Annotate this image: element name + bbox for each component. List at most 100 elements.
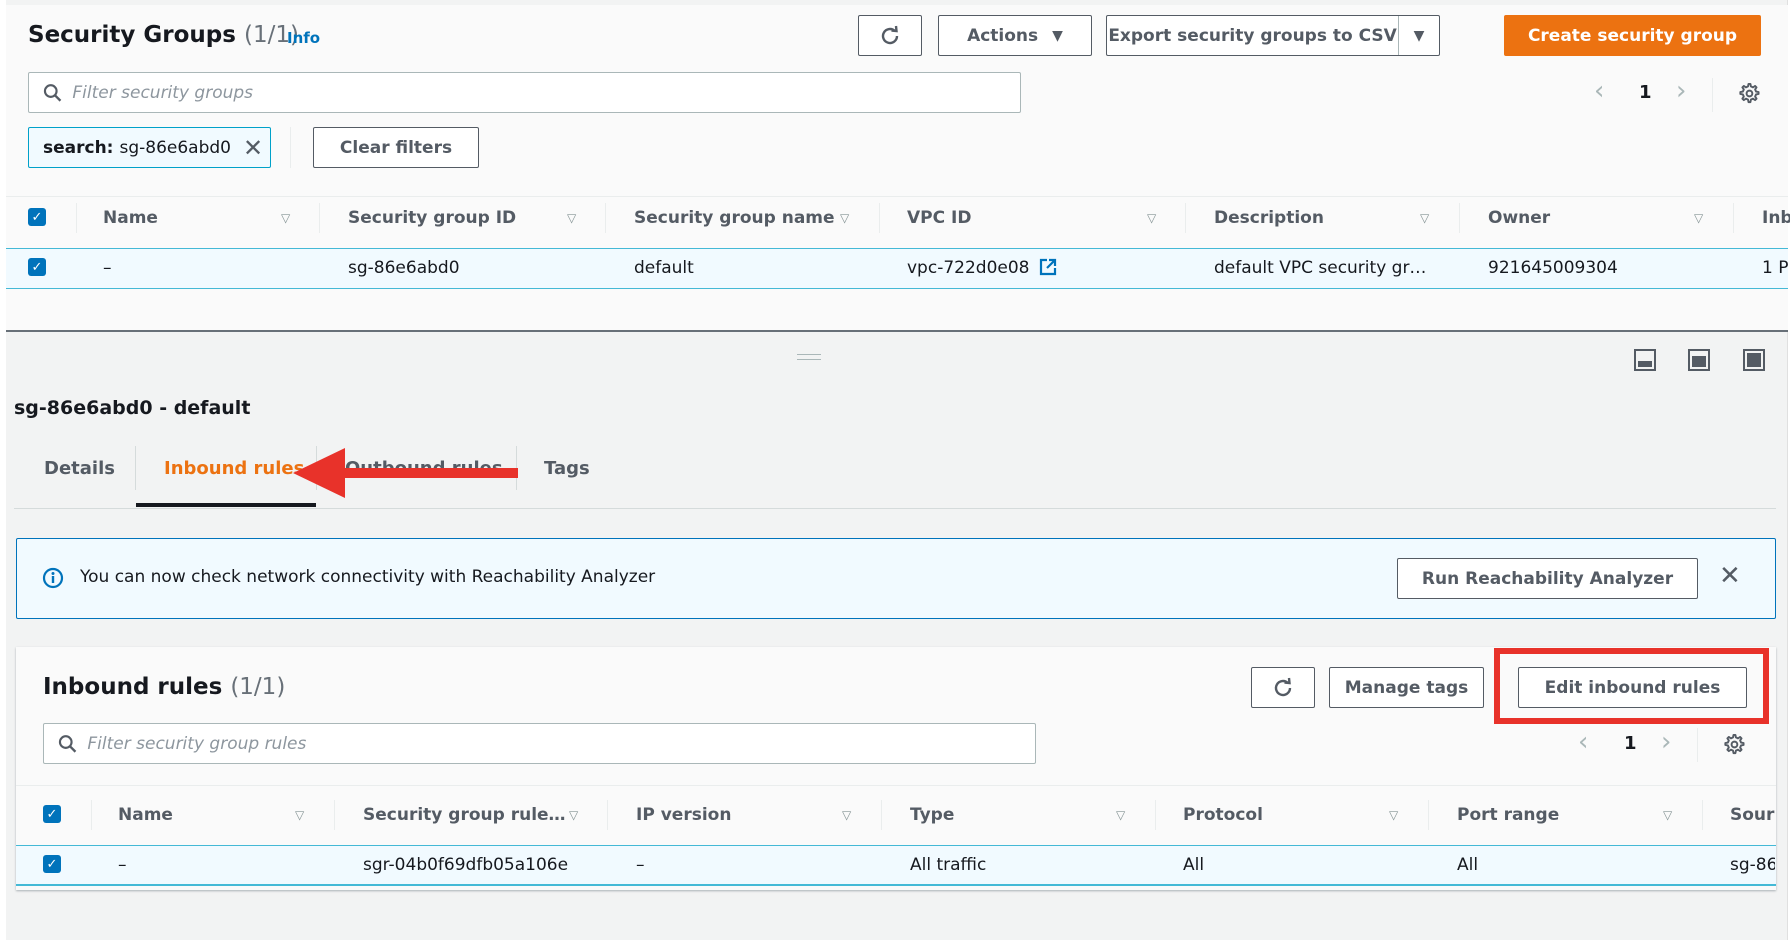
current-page[interactable]: 1 bbox=[1639, 82, 1652, 103]
sort-icon[interactable]: ▽ bbox=[1420, 211, 1429, 225]
sort-icon[interactable]: ▽ bbox=[1694, 211, 1703, 225]
tab-details[interactable]: Details bbox=[44, 458, 115, 479]
sort-icon[interactable]: ▽ bbox=[295, 808, 304, 822]
column-header-port-range[interactable]: Port range bbox=[1457, 805, 1559, 825]
column-header-rule-id[interactable]: Security group rule… bbox=[363, 805, 566, 825]
column-divider bbox=[1428, 800, 1429, 830]
refresh-icon bbox=[1274, 677, 1292, 696]
info-icon bbox=[42, 567, 64, 589]
cell-ip-version: – bbox=[636, 855, 645, 875]
column-header-protocol[interactable]: Protocol bbox=[1183, 805, 1263, 825]
settings-gear-icon[interactable] bbox=[1722, 733, 1745, 756]
sort-icon[interactable]: ▽ bbox=[281, 211, 290, 225]
column-header-security-group-id[interactable]: Security group ID bbox=[348, 208, 516, 228]
cell-security-group-name: default bbox=[634, 258, 694, 278]
sort-icon[interactable]: ▽ bbox=[1389, 808, 1398, 822]
run-reachability-analyzer-button[interactable]: Run Reachability Analyzer bbox=[1397, 558, 1698, 599]
split-panel-divider[interactable] bbox=[6, 330, 1788, 332]
export-dropdown-caret-icon[interactable]: ▼ bbox=[1399, 28, 1439, 44]
tabs-bottom-border bbox=[14, 508, 1776, 509]
select-all-checkbox[interactable]: ✓ bbox=[28, 208, 46, 226]
column-header-inbound[interactable]: Inb bbox=[1762, 208, 1790, 228]
info-link[interactable]: Info bbox=[287, 29, 320, 47]
column-header-type[interactable]: Type bbox=[910, 805, 954, 825]
filter-rules-input[interactable] bbox=[87, 733, 1035, 754]
clear-filters-button[interactable]: Clear filters bbox=[313, 127, 479, 168]
refresh-button[interactable] bbox=[858, 15, 922, 56]
page-title-text: Security Groups bbox=[28, 22, 236, 48]
next-page-icon[interactable]: › bbox=[1676, 76, 1686, 106]
select-all-rules-checkbox[interactable]: ✓ bbox=[43, 805, 61, 823]
inbound-rules-title: Inbound rules (1/1) bbox=[43, 674, 285, 700]
cell-port-range: All bbox=[1457, 855, 1479, 875]
search-icon bbox=[43, 83, 62, 102]
column-header-name[interactable]: Name bbox=[118, 805, 173, 825]
vpc-id-text[interactable]: vpc-722d0e08 bbox=[907, 258, 1029, 278]
column-divider bbox=[605, 203, 606, 233]
export-csv-button[interactable]: Export security groups to CSV bbox=[1107, 26, 1398, 46]
panel-bottom-small-icon[interactable] bbox=[1634, 349, 1656, 371]
row-checkbox[interactable]: ✓ bbox=[28, 258, 46, 276]
rules-table-top-border bbox=[16, 785, 1776, 786]
column-header-name[interactable]: Name bbox=[103, 208, 158, 228]
column-divider bbox=[334, 800, 335, 830]
filter-security-groups-input[interactable] bbox=[72, 82, 1020, 103]
sort-icon[interactable]: ▽ bbox=[842, 808, 851, 822]
column-divider bbox=[879, 203, 880, 233]
filter-security-groups-input-wrapper bbox=[28, 72, 1021, 113]
sort-icon[interactable]: ▽ bbox=[569, 808, 578, 822]
pagination-divider bbox=[1697, 728, 1698, 762]
column-header-ip-version[interactable]: IP version bbox=[636, 805, 731, 825]
caret-down-icon: ▼ bbox=[1052, 27, 1063, 44]
filter-token: search: sg-86e6abd0 ✕ bbox=[28, 127, 271, 168]
tab-tags[interactable]: Tags bbox=[544, 458, 590, 479]
active-tab-indicator bbox=[136, 503, 316, 507]
cell-security-group-id-link[interactable]: sg-86e6abd0 bbox=[348, 258, 460, 278]
create-security-group-button[interactable]: Create security group bbox=[1504, 15, 1761, 56]
sort-icon[interactable]: ▽ bbox=[840, 211, 849, 225]
cell-rule-id: sgr-04b0f69dfb05a106e bbox=[363, 855, 569, 875]
column-divider bbox=[76, 203, 77, 233]
filter-divider bbox=[290, 127, 291, 168]
next-page-icon[interactable]: › bbox=[1661, 727, 1671, 757]
manage-tags-button[interactable]: Manage tags bbox=[1329, 667, 1484, 708]
sort-icon[interactable]: ▽ bbox=[1147, 211, 1156, 225]
tab-inbound-rules[interactable]: Inbound rules bbox=[164, 458, 304, 479]
cell-inbound: 1 P bbox=[1762, 258, 1789, 278]
column-divider bbox=[1702, 800, 1703, 830]
pagination-divider bbox=[1712, 78, 1713, 112]
table-row[interactable] bbox=[16, 845, 1776, 886]
page-title: Security Groups (1/1) bbox=[28, 22, 299, 48]
sort-icon[interactable]: ▽ bbox=[1663, 808, 1672, 822]
column-header-owner[interactable]: Owner bbox=[1488, 208, 1550, 228]
previous-page-icon[interactable]: ‹ bbox=[1594, 76, 1604, 106]
inbound-current-page[interactable]: 1 bbox=[1624, 733, 1637, 754]
cell-owner: 921645009304 bbox=[1488, 258, 1618, 278]
column-header-source[interactable]: Sour bbox=[1730, 805, 1775, 825]
drag-handle-icon[interactable] bbox=[797, 354, 821, 360]
cell-name: – bbox=[118, 855, 127, 875]
sort-icon[interactable]: ▽ bbox=[567, 211, 576, 225]
rule-row-checkbox[interactable]: ✓ bbox=[43, 855, 61, 873]
panel-bottom-medium-icon[interactable] bbox=[1688, 349, 1710, 371]
panel-full-icon[interactable] bbox=[1743, 349, 1765, 371]
annotation-highlight-box bbox=[1494, 648, 1769, 724]
sort-icon[interactable]: ▽ bbox=[1116, 808, 1125, 822]
dismiss-banner-icon[interactable]: ✕ bbox=[1719, 561, 1741, 591]
cell-source: sg-86 bbox=[1730, 855, 1775, 875]
inbound-refresh-button[interactable] bbox=[1251, 667, 1315, 708]
settings-gear-icon[interactable] bbox=[1737, 82, 1760, 105]
cell-name: – bbox=[103, 258, 112, 278]
column-header-description[interactable]: Description bbox=[1214, 208, 1324, 228]
table-top-border bbox=[6, 196, 1788, 197]
remove-filter-icon[interactable]: ✕ bbox=[243, 136, 263, 160]
actions-button[interactable]: Actions ▼ bbox=[938, 15, 1092, 56]
cell-vpc-id-link[interactable]: vpc-722d0e08 bbox=[907, 258, 1057, 278]
previous-page-icon[interactable]: ‹ bbox=[1578, 727, 1588, 757]
export-csv-split-button: Export security groups to CSV ▼ bbox=[1106, 15, 1440, 56]
external-link-icon bbox=[1039, 258, 1056, 276]
cell-description: default VPC security gr… bbox=[1214, 258, 1427, 278]
column-header-vpc-id[interactable]: VPC ID bbox=[907, 208, 971, 228]
inbound-title-text: Inbound rules bbox=[43, 674, 223, 700]
column-header-security-group-name[interactable]: Security group name bbox=[634, 208, 835, 228]
